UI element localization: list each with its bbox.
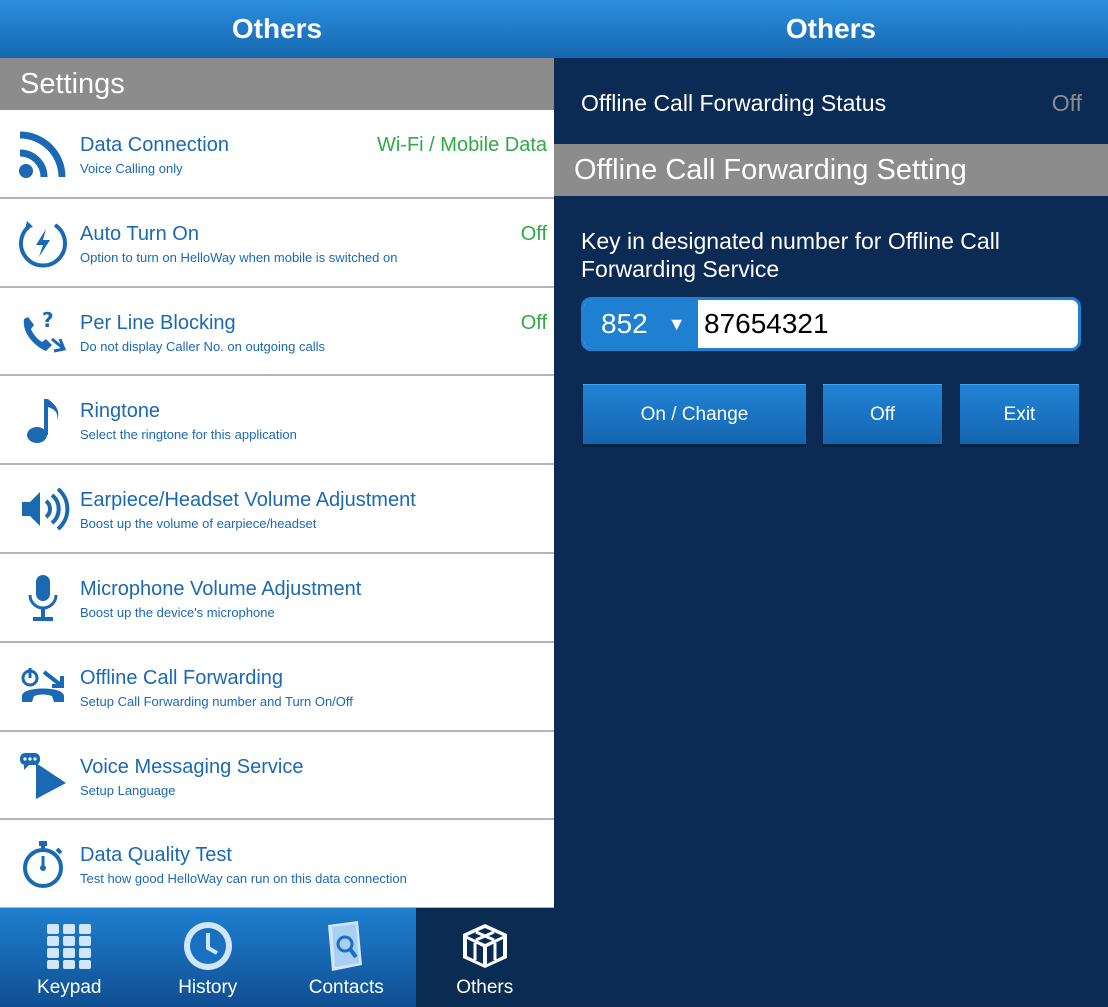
settings-section-label: Settings [20,67,125,100]
setting-data-quality-test[interactable]: Data Quality Test Test how good HelloWay… [0,820,554,910]
stopwatch-icon [14,836,72,892]
country-code-value: 852 [601,308,648,339]
tab-label: Contacts [308,977,384,998]
dropdown-arrow-icon: ▼ [667,313,686,334]
setting-subtitle: Setup Call Forwarding number and Turn On… [80,693,353,709]
exit-button[interactable]: Exit [960,384,1079,444]
settings-section-header: Settings [0,58,554,110]
setting-subtitle: Setup Language [80,782,176,798]
svg-text:?: ? [42,308,54,332]
tab-history[interactable]: History [139,908,278,1007]
setting-title: Microphone Volume Adjustment [80,577,362,600]
off-button[interactable]: Off [823,384,942,444]
call-forward-icon [14,659,72,715]
settings-list: Data Connection Voice Calling only Wi-Fi… [0,110,554,910]
left-page-title: Others [231,13,323,44]
microphone-icon [14,570,72,626]
setting-subtitle: Boost up the volume of earpiece/headset [80,516,317,532]
setting-microphone-volume[interactable]: Microphone Volume Adjustment Boost up th… [0,553,554,643]
setting-voice-messaging[interactable]: Voice Messaging Service Setup Language [0,731,554,821]
setting-title: Earpiece/Headset Volume Adjustment [80,489,416,512]
setting-subtitle: Test how good HelloWay can run on this d… [80,871,407,887]
phone-number-input[interactable] [698,300,1078,348]
setting-subtitle: Voice Calling only [80,161,183,176]
setting-title: Data Quality Test [80,844,232,867]
left-title-bar: Others [0,0,554,58]
setting-title: Voice Messaging Service [80,755,304,778]
setting-data-connection[interactable]: Data Connection Voice Calling only Wi-Fi… [0,110,554,199]
setting-title: Data Connection [80,134,229,156]
tab-contacts[interactable]: Contacts [277,908,416,1007]
setting-subtitle: Option to turn on HelloWay when mobile i… [80,249,398,265]
forwarding-status-value: Off [1051,90,1082,116]
tab-keypad[interactable]: Keypad [0,908,139,1007]
setting-value: Wi-Fi / Mobile Data [376,134,547,156]
forwarding-setting-header: Offline Call Forwarding Setting [554,144,1108,196]
setting-title: Auto Turn On [80,222,199,245]
setting-subtitle: Do not display Caller No. on outgoing ca… [80,338,325,354]
forwarding-status-label: Offline Call Forwarding Status [581,90,887,116]
contacts-book-icon [318,918,374,974]
phone-number-field: 852 ▼ [581,297,1081,351]
bottom-tab-bar: Keypad History Contacts Others [0,908,554,1007]
settings-screen: Others Settings Data Connection Voice Ca… [0,0,554,1007]
tab-label: History [178,977,238,998]
setting-value: Off [520,222,547,245]
setting-subtitle: Select the ringtone for this application [80,427,297,443]
right-title-bar: Others [554,0,1108,58]
phone-block-icon: ? [14,304,72,360]
country-code-select[interactable]: 852 ▼ [584,300,698,348]
setting-offline-call-forwarding[interactable]: Offline Call Forwarding Setup Call Forwa… [0,642,554,732]
wifi-signal-icon [14,126,72,182]
right-page-title: Others [785,13,877,44]
setting-per-line-blocking[interactable]: ? Per Line Blocking Do not display Calle… [0,287,554,377]
tab-label: Others [456,977,514,998]
setting-title: Ringtone [80,400,161,423]
tab-label: Keypad [37,977,102,998]
setting-title: Per Line Blocking [80,311,236,334]
forwarding-status-row: Offline Call Forwarding Status Off [554,58,1108,144]
setting-earpiece-volume[interactable]: Earpiece/Headset Volume Adjustment Boost… [0,465,554,554]
forwarding-instructions: Key in designated number for Offline Cal… [581,228,1000,282]
setting-title: Offline Call Forwarding [80,666,284,689]
forwarding-setting-label: Offline Call Forwarding Setting [574,153,967,186]
on-change-button[interactable]: On / Change [583,384,806,444]
auto-power-icon [14,215,72,271]
cube-icon [457,918,513,974]
tab-others[interactable]: Others [415,908,554,1007]
speaker-icon [14,481,72,537]
call-forwarding-screen: Others Offline Call Forwarding Status Of… [554,0,1108,1007]
setting-value: Off [520,311,547,334]
music-note-icon [14,392,72,448]
voice-message-icon [14,748,72,804]
setting-auto-turn-on[interactable]: Auto Turn On Option to turn on HelloWay … [0,198,554,288]
setting-ringtone[interactable]: Ringtone Select the ringtone for this ap… [0,376,554,466]
setting-subtitle: Boost up the device's microphone [80,604,275,620]
clock-icon [180,918,236,974]
keypad-icon [41,918,97,974]
